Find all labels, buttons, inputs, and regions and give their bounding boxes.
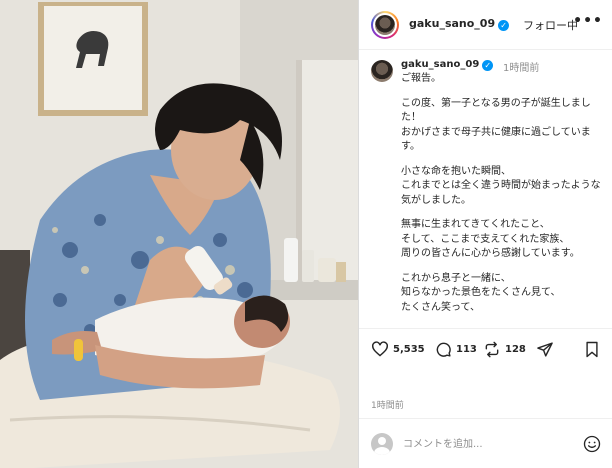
comment-count[interactable]: 113: [456, 344, 477, 355]
save-button[interactable]: [585, 341, 603, 358]
post-image: [0, 0, 358, 468]
heart-icon[interactable]: [371, 341, 389, 357]
like-button[interactable]: 5,535: [371, 341, 425, 357]
caption-text: ご報告。 この度、第一子となる男の子が誕生しました！ おかげさまで母子共に健康に…: [401, 72, 603, 325]
caption-author-avatar[interactable]: [371, 60, 393, 82]
verified-badge-icon: ✓: [482, 60, 494, 71]
post-photo: [0, 0, 358, 468]
following-button[interactable]: フォロー中: [523, 17, 578, 33]
bookmark-icon[interactable]: [585, 341, 599, 358]
repost-icon[interactable]: [483, 341, 501, 358]
comment-button[interactable]: 113: [435, 341, 477, 358]
comment-icon[interactable]: [435, 341, 452, 358]
caption-author-username[interactable]: gaku_sano_09 ✓: [401, 59, 494, 71]
current-user-avatar: [371, 433, 393, 455]
post-caption: gaku_sano_09 ✓ 1時間前 ご報告。 この度、第一子となる男の子が誕生…: [359, 50, 612, 328]
caption-paragraph: これから息子と一緒に、 知らなかった景色をたくさん見て、 たくさん笑って、: [401, 272, 561, 313]
author-username-link[interactable]: gaku_sano_09 ✓: [409, 17, 510, 31]
verified-badge-icon: ✓: [498, 20, 510, 31]
comment-composer: [359, 418, 612, 468]
post-side-panel: gaku_sano_09 ✓ フォロー中 ••• gaku_sano_09 ✓ 1時…: [358, 0, 612, 468]
post-header: gaku_sano_09 ✓ フォロー中 •••: [359, 0, 612, 50]
comment-input[interactable]: [403, 435, 573, 453]
caption-paragraph: 無事に生まれてきてくれたこと、 そして、ここまで支えてくれた家族、 周りの皆さん…: [401, 219, 580, 259]
repost-count[interactable]: 128: [505, 344, 526, 355]
repost-button[interactable]: 128: [483, 341, 526, 358]
author-avatar[interactable]: [371, 11, 399, 39]
caption-paragraph: 小さな命を抱いた瞬間、 これまでとは全く違う時間が始まったような気がしました。: [401, 165, 601, 206]
caption-username-text[interactable]: gaku_sano_09: [401, 59, 479, 70]
send-icon[interactable]: [536, 341, 554, 358]
caption-paragraph: この度、第一子となる男の子が誕生しました！ おかげさまで母子共に健康に過ごしてい…: [401, 97, 591, 153]
share-button[interactable]: [536, 341, 558, 358]
post-actions: 5,535 113 128: [359, 328, 612, 392]
author-username[interactable]: gaku_sano_09: [409, 17, 495, 30]
caption-paragraph: ご報告。: [401, 73, 441, 84]
like-count[interactable]: 5,535: [393, 344, 425, 355]
more-icon[interactable]: •••: [573, 13, 603, 29]
emoji-icon[interactable]: [583, 435, 601, 453]
post-timestamp: 1時間前: [371, 401, 404, 411]
